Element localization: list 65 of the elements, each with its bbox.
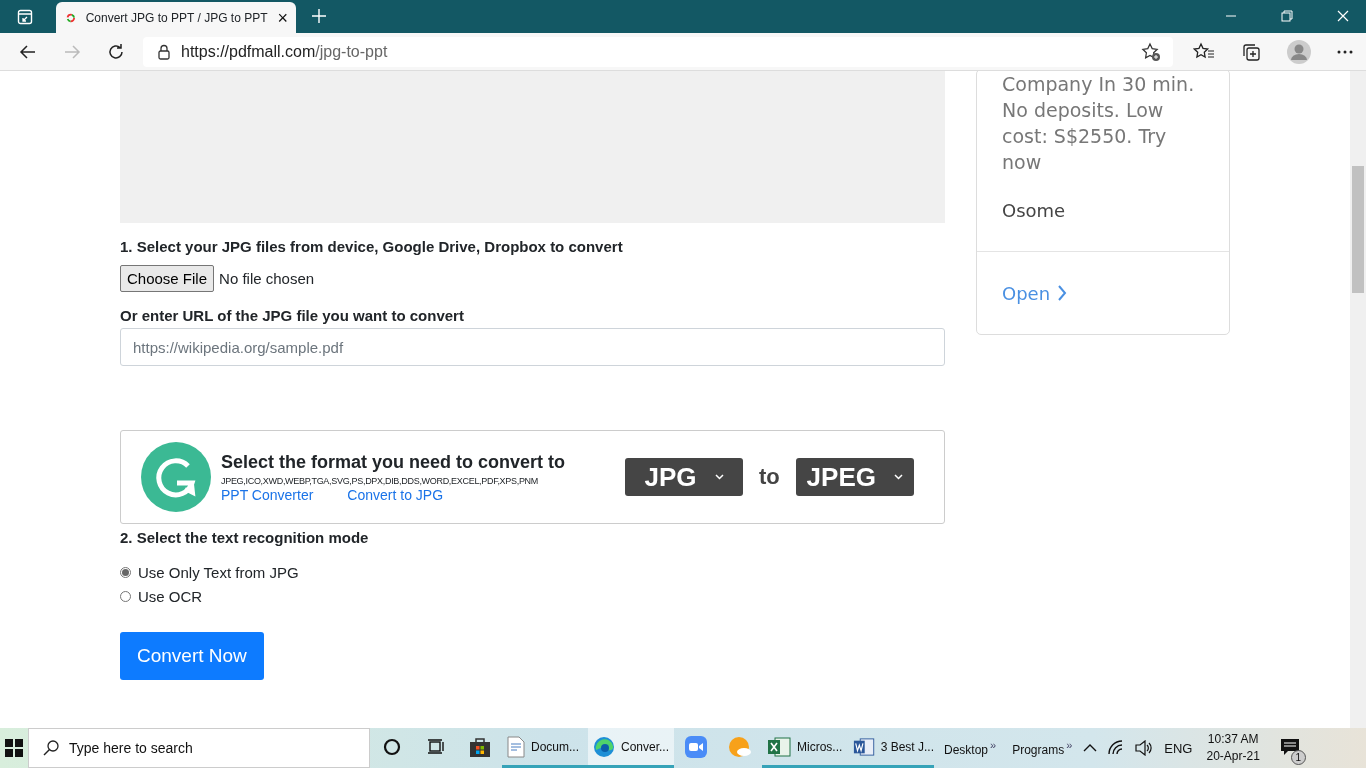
document-icon bbox=[507, 735, 525, 758]
advertiser-name: Osome bbox=[1002, 200, 1067, 221]
taskbar-app[interactable]: Conver... bbox=[588, 728, 674, 768]
to-label: to bbox=[759, 464, 780, 490]
task-view-icon bbox=[427, 737, 445, 756]
scrollbar[interactable] bbox=[1350, 71, 1366, 728]
add-favorite-icon[interactable] bbox=[1141, 41, 1161, 62]
clock[interactable]: 10:37 AM 20-Apr-21 bbox=[1206, 731, 1260, 765]
choose-file-button[interactable]: Choose File bbox=[120, 265, 215, 292]
converter-link[interactable]: Convert to JPG bbox=[347, 486, 444, 503]
search-icon bbox=[43, 740, 59, 756]
new-tab-icon[interactable] bbox=[311, 8, 327, 24]
url-label: Or enter URL of the JPG file you want to convert bbox=[120, 307, 465, 324]
tab-actions-icon[interactable] bbox=[17, 9, 33, 25]
app-label: Conver... bbox=[621, 739, 670, 754]
back-icon[interactable] bbox=[19, 42, 37, 61]
taskbar-app[interactable]: 3 Best J... bbox=[848, 728, 934, 768]
taskbar-app[interactable]: Micros... bbox=[762, 728, 848, 768]
edge-icon bbox=[593, 735, 615, 758]
spreadsheet-icon bbox=[767, 735, 791, 758]
ad-text: Company In 30 min. No deposits. Low cost: S$2550. Try now bbox=[1002, 72, 1196, 175]
shopping-bag-icon bbox=[469, 735, 491, 758]
refresh-logo-icon bbox=[141, 442, 211, 512]
url-input-field[interactable]: https://wikipedia.org/sample.pdf bbox=[120, 328, 945, 366]
more-icon[interactable] bbox=[1337, 49, 1353, 54]
app-label: Docum... bbox=[531, 739, 579, 754]
app-label: 3 Best J... bbox=[880, 739, 934, 754]
browser-tab[interactable]: Convert JPG to PPT / JPG to PPT × bbox=[56, 2, 296, 33]
restore-icon[interactable] bbox=[1281, 10, 1293, 22]
caret-icon bbox=[893, 474, 903, 480]
video-camera-icon bbox=[685, 735, 707, 758]
windows-start-icon[interactable] bbox=[5, 739, 23, 757]
sun-cloud-icon bbox=[728, 735, 752, 758]
word-document-icon bbox=[853, 735, 875, 758]
lock-icon bbox=[157, 43, 171, 60]
chevron-up-icon[interactable] bbox=[1083, 743, 1098, 753]
to-format-select[interactable]: JPEG bbox=[795, 458, 914, 496]
cortana-icon bbox=[383, 737, 401, 756]
from-format-select[interactable]: JPG bbox=[625, 458, 743, 496]
caret-icon bbox=[714, 474, 724, 480]
tab-title: Convert JPG to PPT / JPG to PPT bbox=[85, 10, 268, 25]
format-list: JPEG,ICO,XWD,WEBP,TGA,SVG,PS,DPX,DIB,DDS,WORD,EXCEL,PDF,XPS,PNM bbox=[221, 475, 601, 486]
taskbar-search-field[interactable]: Type here to search bbox=[28, 728, 370, 768]
step-heading: 1. Select your JPG files from device, Google Drive, Dropbox to convert bbox=[120, 238, 624, 255]
format-title: Select the format you need to convert to bbox=[221, 451, 567, 473]
language-indicator[interactable]: ENG bbox=[1164, 740, 1193, 756]
taskbar-app[interactable]: Docum... bbox=[502, 728, 588, 768]
close-tab-button[interactable]: × bbox=[277, 8, 288, 27]
search-placeholder: Type here to search bbox=[69, 740, 193, 756]
close-icon[interactable] bbox=[1337, 10, 1349, 22]
convert-button[interactable]: Convert Now bbox=[120, 632, 264, 680]
converter-link[interactable]: PPT Converter bbox=[221, 486, 314, 503]
app-label: Micros... bbox=[797, 739, 843, 754]
address-bar[interactable]: https://pdfmall.com/jpg-to-ppt bbox=[143, 36, 1173, 67]
chevron-right-icon bbox=[1057, 284, 1068, 302]
radio-label: Use Only Text from JPG bbox=[138, 563, 299, 581]
profile-avatar-icon[interactable] bbox=[1287, 39, 1311, 64]
file-status: No file chosen bbox=[219, 270, 315, 287]
collections-icon[interactable] bbox=[1241, 41, 1261, 62]
step-heading: 2. Select the text recognition mode bbox=[120, 529, 370, 546]
refresh-icon[interactable] bbox=[107, 42, 125, 61]
radio-label: Use OCR bbox=[138, 587, 203, 605]
url-text: https://pdfmall.com/jpg-to-ppt bbox=[181, 42, 388, 61]
notification-count: 1 bbox=[1290, 749, 1306, 765]
volume-icon[interactable] bbox=[1135, 740, 1154, 756]
